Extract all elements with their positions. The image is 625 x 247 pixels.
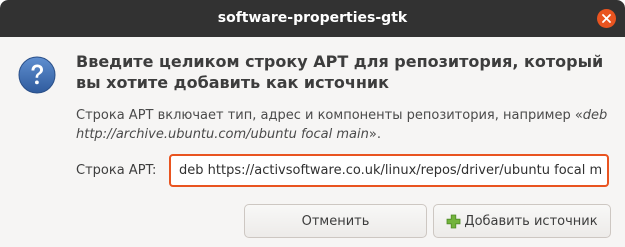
dialog-window: software-properties-gtk Введите целиком … [0,0,625,247]
description-suffix: ». [368,127,381,142]
close-button[interactable] [597,9,616,28]
apt-line-label: Строка APT: [76,163,157,178]
add-source-button[interactable]: Добавить источник [433,204,611,238]
cancel-button[interactable]: Отменить [244,204,427,238]
titlebar[interactable]: software-properties-gtk [0,0,625,37]
add-icon [447,214,461,228]
apt-line-input[interactable] [169,154,609,187]
description-prefix: Строка APT включает тип, адрес и компоне… [76,108,583,123]
close-icon [602,14,611,23]
dialog-heading: Введите целиком строку APT для репозитор… [76,52,604,92]
question-icon [18,56,56,94]
add-source-button-label: Добавить источник [464,213,598,229]
dialog-description: Строка APT включает тип, адрес и компоне… [76,106,616,144]
cancel-button-label: Отменить [301,213,370,229]
window-title: software-properties-gtk [217,10,408,26]
